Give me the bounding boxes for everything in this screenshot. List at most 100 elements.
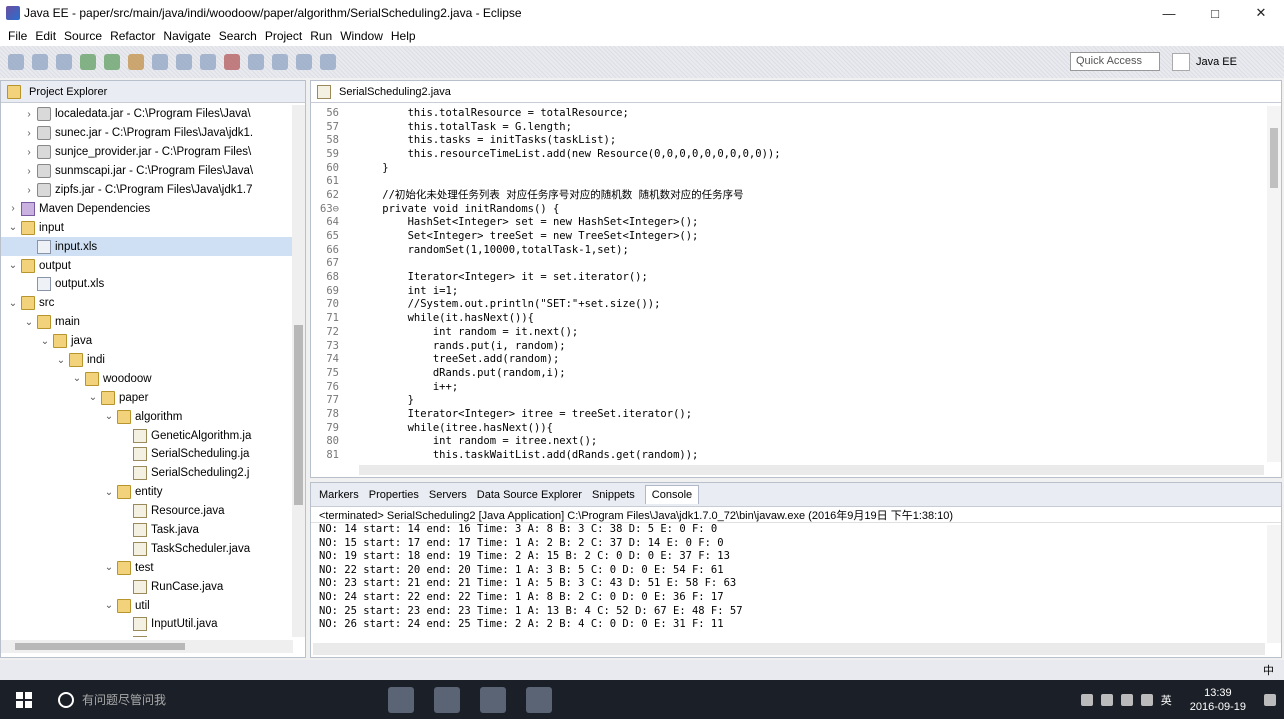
collapse-arrow-icon[interactable]: ⌄	[55, 355, 67, 366]
code-line[interactable]: 74 treeSet.add(random);	[311, 352, 1267, 366]
code-line[interactable]: 80 int random = itree.next();	[311, 435, 1267, 449]
external-tools-icon[interactable]	[128, 54, 144, 70]
file-explorer-icon[interactable]	[434, 686, 460, 713]
tree-item[interactable]: InputUtil.java	[1, 615, 293, 634]
code-line[interactable]: 76 i++;	[311, 380, 1267, 394]
expand-arrow-icon[interactable]: ›	[23, 109, 35, 120]
collapse-arrow-icon[interactable]: ⌄	[103, 487, 115, 498]
tree-item[interactable]: GeneticAlgorithm.ja	[1, 426, 293, 445]
run-icon[interactable]	[104, 54, 120, 70]
forward-icon[interactable]	[320, 54, 336, 70]
tree-item[interactable]: ⌄ util	[1, 596, 293, 615]
tree-item[interactable]: TaskScheduler.java	[1, 539, 293, 558]
tree-item[interactable]: Task.java	[1, 521, 293, 540]
notification-icon[interactable]	[1264, 693, 1276, 706]
maximize-button[interactable]: □	[1192, 0, 1238, 26]
start-button[interactable]	[0, 680, 48, 719]
expand-arrow-icon[interactable]: ›	[23, 185, 35, 196]
menu-file[interactable]: File	[6, 29, 33, 43]
expand-arrow-icon[interactable]: ›	[23, 147, 35, 158]
task-view-icon[interactable]	[388, 686, 414, 713]
tree-item[interactable]: OutputUtil.java	[1, 634, 293, 637]
code-line[interactable]: 60 }	[311, 161, 1267, 175]
code-line[interactable]: 59 this.resourceTimeList.add(new Resourc…	[311, 147, 1267, 161]
code-line[interactable]: 67	[311, 257, 1267, 271]
code-line[interactable]: 75 dRands.put(random,i);	[311, 366, 1267, 380]
tree-item[interactable]: › sunmscapi.jar - C:\Program Files\Java\	[1, 162, 293, 181]
tree-item[interactable]: › sunec.jar - C:\Program Files\Java\jdk1.	[1, 124, 293, 143]
save-icon[interactable]	[32, 54, 48, 70]
network-icon[interactable]	[1100, 693, 1113, 706]
code-line[interactable]: 70 //System.out.println("SET:"+set.size(…	[311, 298, 1267, 312]
tree-item[interactable]: SerialScheduling2.j	[1, 464, 293, 483]
tab-console[interactable]: Console	[644, 485, 700, 504]
explorer-vertical-scrollbar[interactable]	[292, 105, 305, 637]
collapse-arrow-icon[interactable]: ⌄	[103, 600, 115, 611]
menu-refactor[interactable]: Refactor	[108, 29, 161, 43]
code-area[interactable]: 56 this.totalResource = totalResource; 57…	[311, 106, 1267, 466]
tree-item[interactable]: › localedata.jar - C:\Program Files\Java\	[1, 105, 293, 124]
input-language[interactable]: 英	[1161, 692, 1172, 708]
project-explorer-tab[interactable]: Project Explorer	[1, 81, 305, 103]
tree-item[interactable]: ⌄ test	[1, 558, 293, 577]
code-line[interactable]: 62 //初始化未处理任务列表 对应任务序号对应的随机数 随机数对应的任务序号	[311, 188, 1267, 202]
expand-arrow-icon[interactable]: ›	[23, 128, 35, 139]
menu-source[interactable]: Source	[62, 29, 108, 43]
cortana-search-box[interactable]: 有问题尽管问我	[48, 680, 298, 719]
collapse-arrow-icon[interactable]: ⌄	[39, 336, 51, 347]
tree-item[interactable]: › Maven Dependencies	[1, 199, 293, 218]
tab-properties[interactable]: Properties	[369, 489, 419, 501]
bluetooth-icon[interactable]	[1080, 693, 1093, 706]
tree-item[interactable]: SerialScheduling.ja	[1, 445, 293, 464]
new-java-project-icon[interactable]	[152, 54, 168, 70]
expand-arrow-icon[interactable]: ›	[23, 166, 35, 177]
open-perspective-icon[interactable]	[1172, 53, 1190, 71]
clock[interactable]: 13:39 2016-09-19	[1190, 686, 1246, 714]
tree-item[interactable]: ⌄ main	[1, 313, 293, 332]
new-class-icon[interactable]	[200, 54, 216, 70]
tree-item[interactable]: RunCase.java	[1, 577, 293, 596]
battery-icon[interactable]	[1140, 693, 1153, 706]
search-icon[interactable]	[248, 54, 264, 70]
code-line[interactable]: 66 randomSet(1,10000,totalTask-1,set);	[311, 243, 1267, 257]
chrome-icon[interactable]	[480, 686, 506, 713]
code-line[interactable]: 71 while(it.hasNext()){	[311, 311, 1267, 325]
debug-icon[interactable]	[80, 54, 96, 70]
tab-markers[interactable]: Markers	[319, 489, 359, 501]
close-button[interactable]: ✕	[1238, 0, 1284, 26]
code-line[interactable]: 69 int i=1;	[311, 284, 1267, 298]
next-annotation-icon[interactable]	[272, 54, 288, 70]
tree-item[interactable]: ⌄ input	[1, 218, 293, 237]
tree-item[interactable]: ⌄ paper	[1, 388, 293, 407]
volume-icon[interactable]	[1120, 693, 1133, 706]
menu-search[interactable]: Search	[217, 29, 263, 43]
explorer-horizontal-scrollbar[interactable]	[1, 640, 293, 653]
menu-project[interactable]: Project	[263, 29, 308, 43]
new-icon[interactable]	[8, 54, 24, 70]
collapse-arrow-icon[interactable]: ⌄	[71, 373, 83, 384]
back-icon[interactable]	[296, 54, 312, 70]
code-line[interactable]: 63⊖ private void initRandoms() {	[311, 202, 1267, 216]
console-vertical-scrollbar[interactable]	[1267, 525, 1281, 643]
open-type-icon[interactable]	[224, 54, 240, 70]
code-line[interactable]: 58 this.tasks = initTasks(taskList);	[311, 133, 1267, 147]
collapse-arrow-icon[interactable]: ⌄	[103, 562, 115, 573]
code-line[interactable]: 72 int random = it.next();	[311, 325, 1267, 339]
code-line[interactable]: 68 Iterator<Integer> it = set.iterator()…	[311, 270, 1267, 284]
tree-item[interactable]: ⌄ indi	[1, 351, 293, 370]
new-package-icon[interactable]	[176, 54, 192, 70]
code-line[interactable]: 79 while(itree.hasNext()){	[311, 421, 1267, 435]
code-line[interactable]: 81 this.taskWaitList.add(dRands.get(rand…	[311, 448, 1267, 462]
collapse-arrow-icon[interactable]: ⌄	[87, 392, 99, 403]
editor-vertical-scrollbar[interactable]	[1267, 106, 1281, 462]
print-icon[interactable]	[56, 54, 72, 70]
ime-indicator[interactable]: 中	[1263, 662, 1274, 678]
tab-snippets[interactable]: Snippets	[592, 489, 635, 501]
perspective-java-ee[interactable]: Java EE	[1196, 56, 1237, 68]
tree-item[interactable]: ⌄ output	[1, 256, 293, 275]
tree-item[interactable]: ⌄ algorithm	[1, 407, 293, 426]
tree-item[interactable]: ⌄ woodoow	[1, 369, 293, 388]
tree-item[interactable]: ⌄ src	[1, 294, 293, 313]
code-line[interactable]: 57 this.totalTask = G.length;	[311, 120, 1267, 134]
menu-window[interactable]: Window	[338, 29, 389, 43]
